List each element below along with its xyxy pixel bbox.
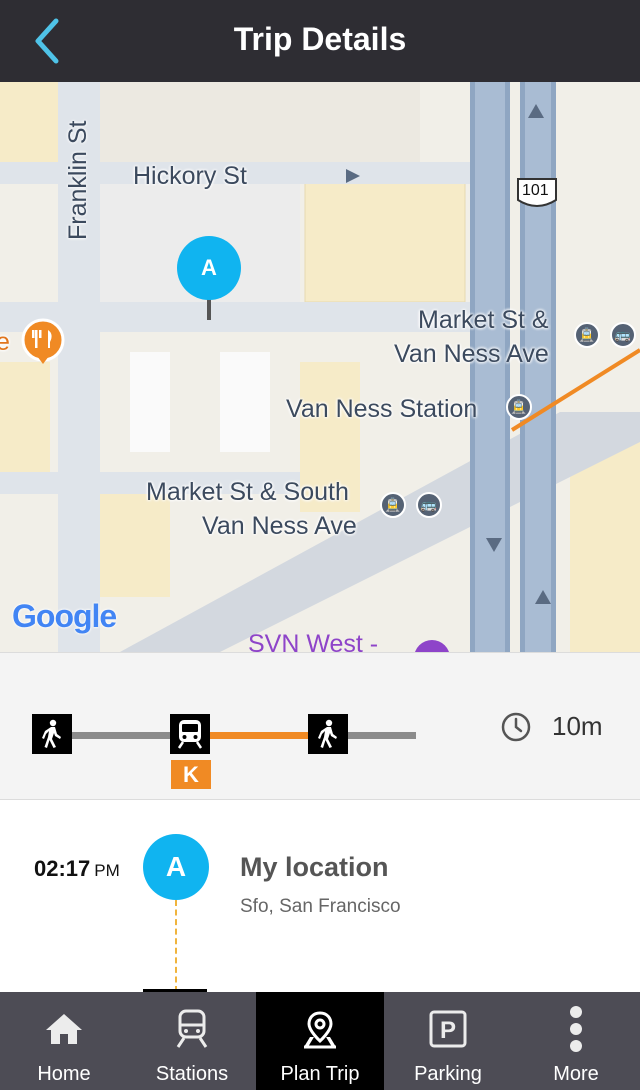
route-connector xyxy=(175,900,177,992)
tab-home[interactable]: Home xyxy=(0,992,128,1090)
stop-time-ampm: PM xyxy=(94,861,120,880)
tab-plan-trip[interactable]: Plan Trip xyxy=(256,992,384,1090)
tab-stations[interactable]: Stations xyxy=(128,992,256,1090)
map-view[interactable]: Franklin St Hickory St 101 Market St & V… xyxy=(0,82,640,652)
walk-segment xyxy=(72,732,172,739)
station-label-market-van-ness-2: Van Ness Ave xyxy=(394,340,549,368)
tab-label: Home xyxy=(37,1063,91,1085)
walk-segment xyxy=(348,732,416,739)
train-segment xyxy=(210,732,310,739)
stop-time: 02:17 PM xyxy=(34,856,120,882)
page-title: Trip Details xyxy=(233,21,407,57)
stop-time-value: 02:17 xyxy=(34,856,91,881)
street-label-franklin: Franklin St xyxy=(64,120,92,240)
tram-icon[interactable]: 🚊 xyxy=(380,492,406,518)
tram-icon[interactable]: 🚊 xyxy=(506,394,532,420)
station-label-market-van-ness-1: Market St & xyxy=(418,306,549,334)
stop-address: Sfo, San Francisco xyxy=(240,896,401,917)
tram-icon[interactable]: 🚊 xyxy=(574,322,600,348)
station-label-market-south-1: Market St & South xyxy=(146,478,349,506)
route-badge: K xyxy=(171,760,211,789)
tab-parking[interactable]: P Parking xyxy=(384,992,512,1090)
partial-map-label-left: e xyxy=(0,328,10,356)
itinerary-list[interactable]: 02:17 PM A My location Sfo, San Francisco xyxy=(0,800,640,992)
tab-label: Stations xyxy=(155,1063,229,1085)
svg-text:P: P xyxy=(440,1017,456,1044)
train-icon xyxy=(176,1009,208,1048)
bus-icon[interactable]: 🚌 xyxy=(610,322,636,348)
walk-icon xyxy=(32,714,72,754)
restaurant-icon[interactable] xyxy=(19,318,67,366)
parking-icon: P xyxy=(429,1010,467,1048)
tab-label: More xyxy=(553,1063,599,1085)
origin-marker[interactable]: A xyxy=(177,236,241,300)
header: Trip Details xyxy=(0,0,640,82)
walk-icon xyxy=(308,714,348,754)
train-icon xyxy=(170,714,210,754)
street-label-hickory: Hickory St xyxy=(133,162,247,190)
tab-label: Parking xyxy=(414,1063,482,1085)
home-icon xyxy=(46,1014,82,1044)
tab-more[interactable]: More xyxy=(512,992,640,1090)
stop-name[interactable]: My location xyxy=(240,852,389,883)
more-vertical-icon xyxy=(570,1006,582,1052)
tab-label: Plan Trip xyxy=(280,1063,360,1085)
bus-icon[interactable]: 🚌 xyxy=(416,492,442,518)
station-label-market-south-2: Van Ness Ave xyxy=(202,512,357,540)
map-pin-icon xyxy=(304,1011,336,1049)
trip-summary[interactable]: K 10m xyxy=(0,652,640,800)
trip-duration: 10m xyxy=(552,711,603,741)
clock-icon xyxy=(501,712,531,742)
google-logo: Google xyxy=(12,598,117,634)
highway-shield-label: 101 xyxy=(522,182,549,199)
stop-marker: A xyxy=(143,834,209,900)
station-label-van-ness: Van Ness Station xyxy=(286,395,478,423)
bottom-tab-bar: Home Stations Plan Trip P Parking More xyxy=(0,992,640,1090)
partial-map-label-bottom: SVN West - xyxy=(248,630,379,652)
